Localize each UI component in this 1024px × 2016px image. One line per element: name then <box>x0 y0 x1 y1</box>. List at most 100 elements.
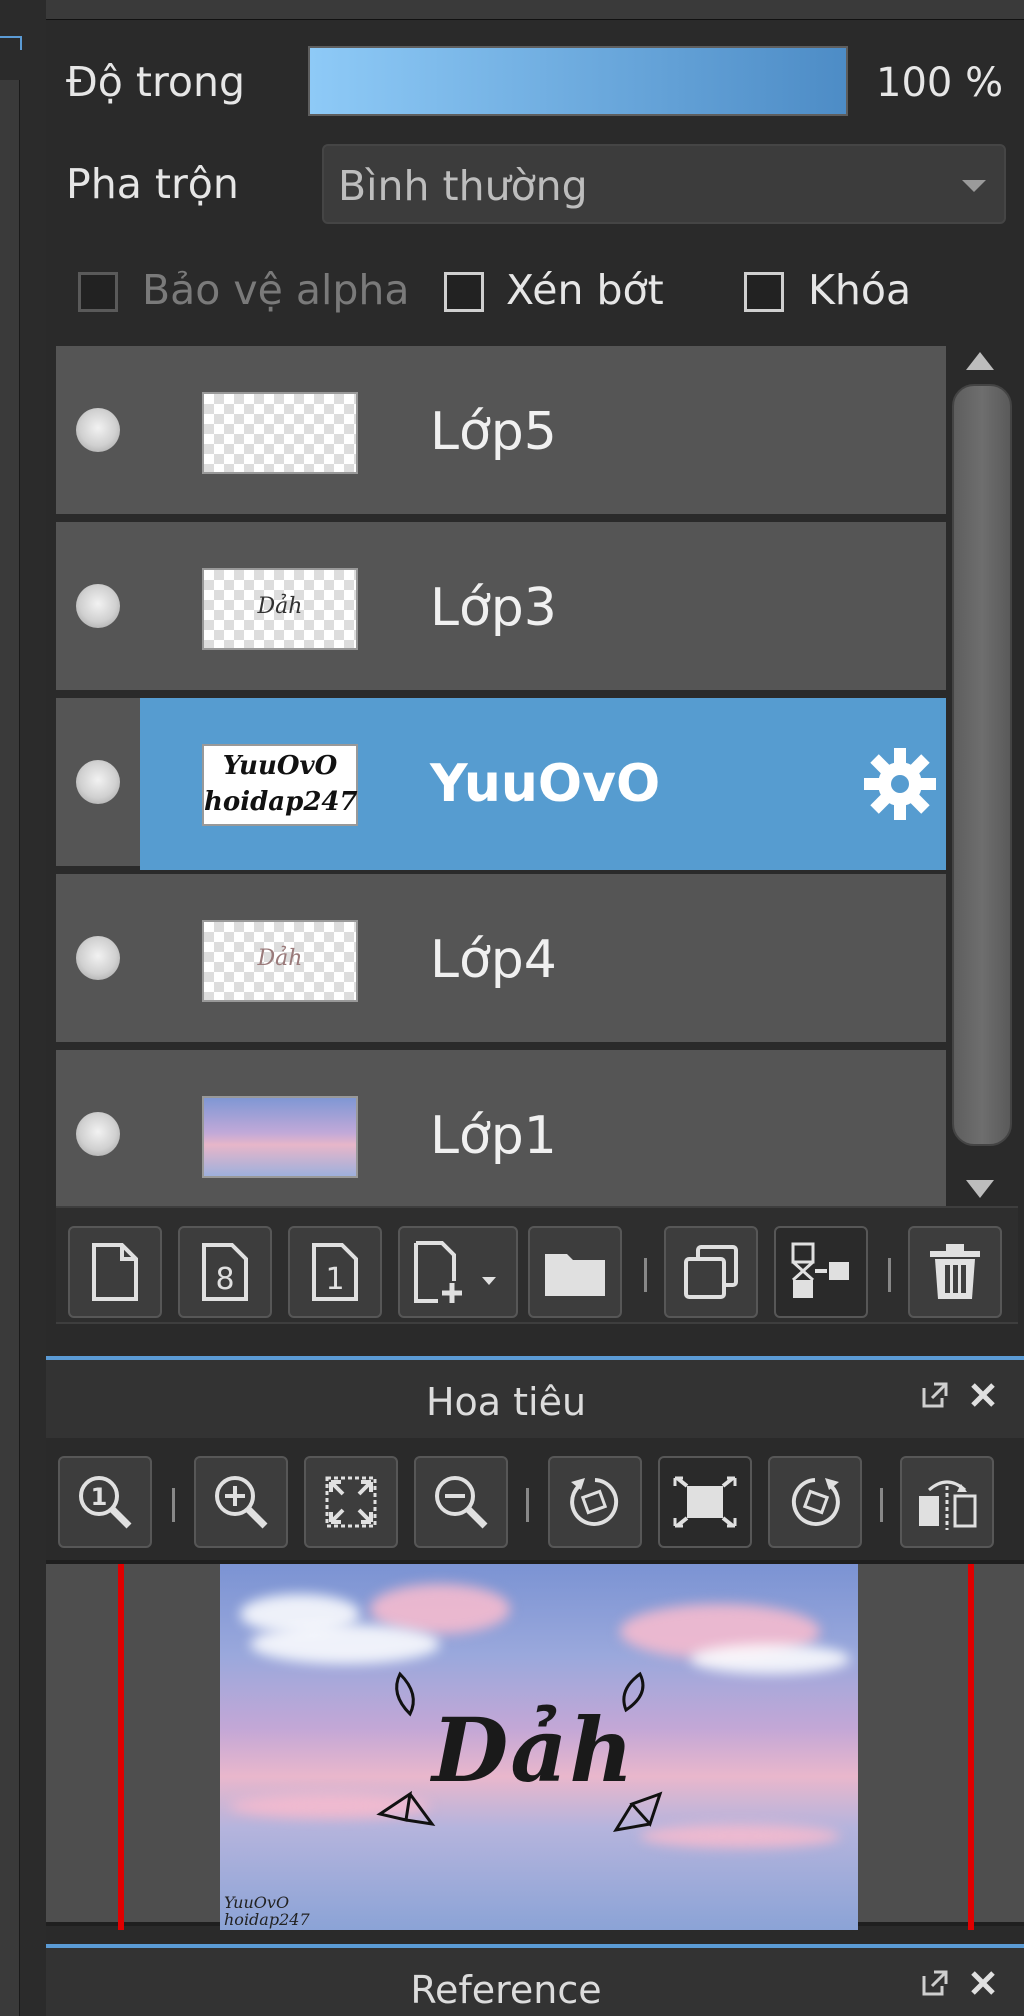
rotate-right-button[interactable] <box>768 1456 862 1548</box>
duplicate-layer-button[interactable] <box>664 1226 758 1318</box>
layer-name: YuuOvO <box>430 754 661 814</box>
zoom-out-icon <box>435 1476 488 1529</box>
layer-thumbnail-text: Dảh <box>257 946 303 971</box>
layer-panel-header <box>46 0 1024 20</box>
navigator-preview[interactable]: Dảh YuuOvO hoidap247 <box>46 1560 1024 1930</box>
protect-alpha-label: Bảo vệ alpha <box>142 266 410 314</box>
blend-mode-label: Pha trộn <box>66 160 239 208</box>
watermark-line: YuuOvO <box>224 1893 290 1912</box>
flip-horizontal-icon <box>919 1480 977 1530</box>
navigator-header: Hoa tiêu <box>46 1356 1024 1438</box>
protect-alpha-checkbox[interactable] <box>78 272 118 312</box>
svg-text:8: 8 <box>215 1262 234 1297</box>
lock-label: Khóa <box>808 266 912 314</box>
blend-mode-value: Bình thường <box>338 162 588 210</box>
left-scroll-track[interactable] <box>0 80 20 2016</box>
layer-row[interactable]: Lớp1 <box>56 1050 946 1206</box>
clipping-checkbox[interactable] <box>444 272 484 312</box>
visibility-toggle-icon[interactable] <box>76 760 120 804</box>
zoom-actual-button[interactable]: 1 <box>58 1456 152 1548</box>
navigator-title: Hoa tiêu <box>425 1380 587 1424</box>
reference-title: Reference <box>410 1968 602 2012</box>
new-folder-icon <box>545 1254 605 1296</box>
lock-checkbox[interactable] <box>744 272 784 312</box>
opacity-slider[interactable] <box>308 46 848 116</box>
watermark-line: hoidap247 <box>224 1910 310 1929</box>
layer-thumbnail-text: Dảh <box>257 594 303 619</box>
blend-mode-select[interactable]: Bình thường <box>322 144 1006 224</box>
layer-thumbnail <box>202 1096 358 1178</box>
opacity-value: 100 % <box>876 60 1004 106</box>
merge-down-button[interactable] <box>774 1226 868 1318</box>
visibility-toggle-icon[interactable] <box>76 584 120 628</box>
scroll-thumb[interactable] <box>952 384 1012 1146</box>
reset-rotation-button[interactable] <box>658 1456 752 1548</box>
layer-toolbar: 8 1 <box>56 1206 1018 1324</box>
close-icon[interactable] <box>968 1968 998 1998</box>
new-8bit-layer-icon: 8 <box>202 1243 248 1301</box>
layer-name: Lớp5 <box>430 402 557 462</box>
popout-icon[interactable] <box>920 1968 950 1998</box>
new-1bit-layer-button[interactable]: 1 <box>288 1226 382 1318</box>
delete-layer-button[interactable] <box>908 1226 1002 1318</box>
visibility-toggle-icon[interactable] <box>76 408 120 452</box>
reference-header: Reference <box>46 1944 1024 2016</box>
layer-thumbnail <box>202 392 358 474</box>
clipping-label: Xén bớt <box>506 266 664 314</box>
gear-icon[interactable] <box>860 744 940 824</box>
thumbnail-line: hoidap247 <box>204 787 358 817</box>
layer-name: Lớp3 <box>430 578 557 638</box>
layer-panel: Độ trong 100 % Pha trộn Bình thường Bảo … <box>46 0 1024 2016</box>
rotate-left-icon <box>570 1478 619 1526</box>
canvas-preview-image: Dảh YuuOvO hoidap247 <box>220 1564 858 1930</box>
opacity-label: Độ trong <box>66 58 246 106</box>
dock-edge-marker <box>0 36 22 50</box>
layer-list: Lớp5 Dảh Lớp3 YuuOvO hoidap247 YuuOvO Dả… <box>56 346 946 1206</box>
scroll-down-icon[interactable] <box>966 1180 994 1198</box>
toolbar-separator <box>644 1258 647 1292</box>
layer-thumbnail: YuuOvO hoidap247 <box>202 744 358 826</box>
reset-rotation-icon <box>673 1476 737 1528</box>
trash-icon <box>930 1244 980 1299</box>
add-layer-menu-button[interactable] <box>398 1226 518 1318</box>
rotate-left-button[interactable] <box>548 1456 642 1548</box>
toolbar-separator <box>526 1488 529 1522</box>
new-8bit-layer-button[interactable]: 8 <box>178 1226 272 1318</box>
thumbnail-line: YuuOvO <box>222 751 338 781</box>
close-icon[interactable] <box>968 1380 998 1410</box>
layer-list-scrollbar[interactable] <box>946 346 1018 1206</box>
visibility-toggle-icon[interactable] <box>76 936 120 980</box>
visibility-toggle-icon[interactable] <box>76 1112 120 1156</box>
svg-text:1: 1 <box>325 1262 344 1297</box>
layer-row[interactable]: Dảh Lớp4 <box>56 874 946 1046</box>
zoom-out-button[interactable] <box>414 1456 508 1548</box>
layer-name: Lớp1 <box>430 1106 557 1166</box>
new-1bit-layer-icon: 1 <box>312 1243 358 1301</box>
viewport-left-guide <box>118 1564 124 1930</box>
layer-thumbnail: Dảh <box>202 568 358 650</box>
layer-name: Lớp4 <box>430 930 557 990</box>
new-folder-button[interactable] <box>528 1226 622 1318</box>
layer-row-selected[interactable]: YuuOvO hoidap247 YuuOvO <box>56 698 946 870</box>
navigator-toolbar: 1 <box>46 1438 1024 1560</box>
fit-to-window-button[interactable] <box>304 1456 398 1548</box>
scroll-up-icon[interactable] <box>966 352 994 370</box>
fit-icon <box>325 1476 377 1528</box>
new-layer-button[interactable] <box>68 1226 162 1318</box>
chevron-down-icon <box>962 180 986 192</box>
left-dock-strip <box>0 0 46 2016</box>
popout-icon[interactable] <box>920 1380 950 1410</box>
zoom-in-icon <box>215 1476 268 1529</box>
flip-horizontal-button[interactable] <box>900 1456 994 1548</box>
layer-thumbnail-text: YuuOvO hoidap247 <box>204 748 358 820</box>
add-layer-menu-icon <box>414 1241 496 1303</box>
new-layer-icon <box>92 1243 138 1301</box>
layer-row[interactable]: Lớp5 <box>56 346 946 518</box>
layer-thumbnail: Dảh <box>202 920 358 1002</box>
canvas-watermark: YuuOvO hoidap247 <box>224 1894 310 1928</box>
rotate-right-icon <box>791 1478 840 1526</box>
layer-row[interactable]: Dảh Lớp3 <box>56 522 946 694</box>
merge-down-icon <box>791 1242 849 1298</box>
toolbar-separator <box>888 1258 891 1292</box>
zoom-in-button[interactable] <box>194 1456 288 1548</box>
